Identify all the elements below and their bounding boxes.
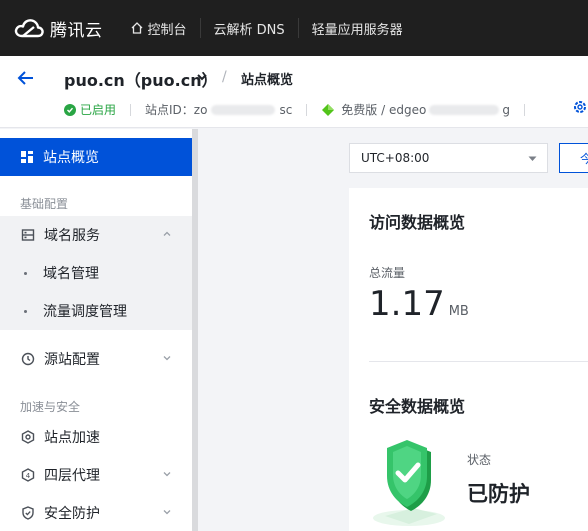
nav-item-label: 云解析 DNS xyxy=(213,22,285,38)
top-navigation-bar: 腾讯云 控制台 云解析 DNS 轻量应用服务器 xyxy=(0,0,588,56)
metric-number: 1.17 xyxy=(369,284,445,324)
cloud-logo-icon xyxy=(14,19,44,38)
tencent-cloud-logo[interactable]: 腾讯云 xyxy=(14,16,103,41)
brand-name: 腾讯云 xyxy=(50,20,103,41)
chevron-down-icon xyxy=(163,472,171,477)
nav-item-dns[interactable]: 云解析 DNS xyxy=(201,0,298,56)
plan-info[interactable]: 免费版 / edgeo g xyxy=(321,101,510,118)
site-id-label: 站点ID： xyxy=(145,103,194,117)
meta-divider xyxy=(306,103,308,116)
total-traffic-label: 总流量 xyxy=(369,266,406,280)
svg-text:4: 4 xyxy=(26,472,31,480)
sidebar: 站点概览 基础配置 域名服务 域名管理 流量调度管理 源站配置 加速与安全 站点… xyxy=(0,129,192,531)
sidebar-group-speed-security: 加速与安全 xyxy=(20,400,81,414)
sidebar-subitem-traffic-scheduling[interactable]: 流量调度管理 xyxy=(0,292,192,330)
sidebar-item-label: 域名管理 xyxy=(43,266,99,282)
nav-item-lighthouse[interactable]: 轻量应用服务器 xyxy=(299,0,416,56)
plan-suffix: g xyxy=(502,102,510,117)
access-data-title: 访问数据概览 xyxy=(369,213,466,232)
site-meta-row: 已启用 站点ID： zo sc 免费版 / edgeo g xyxy=(64,101,539,118)
site-id-prefix: zo xyxy=(193,102,208,117)
redacted-site-id xyxy=(211,104,276,115)
diamond-icon xyxy=(322,103,335,116)
status-badge: 已启用 xyxy=(64,101,116,118)
chevron-down-icon xyxy=(163,510,171,515)
site-header: puo.cn（puo.cn） / 站点概览 已启用 站点ID： zo sc 免费… xyxy=(0,56,588,128)
check-circle-icon xyxy=(64,103,76,116)
redacted-plan-id xyxy=(429,104,500,115)
caret-down-icon xyxy=(528,156,537,161)
sidebar-item-label: 站点概览 xyxy=(43,150,99,166)
meta-divider xyxy=(523,103,525,116)
breadcrumb-separator: / xyxy=(222,69,227,85)
sidebar-item-label: 域名服务 xyxy=(44,228,100,244)
today-button[interactable]: 今 xyxy=(559,143,588,173)
site-title[interactable]: puo.cn（puo.cn） xyxy=(64,67,218,91)
sidebar-item-label: 源站配置 xyxy=(44,352,100,368)
site-id-suffix: sc xyxy=(279,102,293,117)
sidebar-item-domain-service[interactable]: 域名服务 xyxy=(0,216,192,254)
sidebar-item-l4-proxy[interactable]: 4 四层代理 xyxy=(0,456,192,494)
sidebar-group-basic: 基础配置 xyxy=(20,197,69,211)
sidebar-scrollbar[interactable] xyxy=(192,129,198,531)
home-icon xyxy=(131,22,142,34)
bullet-dot xyxy=(24,271,27,275)
status-text: 已启用 xyxy=(80,103,117,117)
sidebar-item-origin-config[interactable]: 源站配置 xyxy=(0,340,192,378)
protection-state-value: 已防护 xyxy=(467,482,530,506)
chevron-up-icon xyxy=(163,231,171,236)
domain-icon xyxy=(20,228,36,242)
protection-shield-icon xyxy=(373,440,445,526)
meta-divider xyxy=(130,103,132,116)
sidebar-item-site-acceleration[interactable]: 站点加速 xyxy=(0,418,192,456)
timezone-value: UTC+08:00 xyxy=(361,151,430,165)
sidebar-subitem-domain-management[interactable]: 域名管理 xyxy=(0,254,192,292)
card-divider xyxy=(369,361,588,362)
sidebar-item-security-protection[interactable]: 安全防护 xyxy=(0,494,192,531)
nav-item-label: 轻量应用服务器 xyxy=(311,22,403,38)
shield-icon xyxy=(20,506,36,520)
chevron-down-icon[interactable] xyxy=(196,72,208,82)
protection-state-label: 状态 xyxy=(467,453,492,467)
sidebar-item-site-overview[interactable]: 站点概览 xyxy=(0,138,192,176)
bullet-dot xyxy=(24,309,27,313)
total-traffic-value: 1.17 MB xyxy=(369,284,469,324)
overview-card: 访问数据概览 总流量 1.17 MB 安全数据概览 状态 已防护 xyxy=(349,188,588,531)
today-button-label: 今 xyxy=(580,151,588,166)
breadcrumb-current: 站点概览 xyxy=(241,73,294,88)
metric-unit: MB xyxy=(448,304,469,319)
sidebar-item-label: 站点加速 xyxy=(44,430,100,446)
dashboard-icon xyxy=(21,151,33,163)
sidebar-item-label: 四层代理 xyxy=(44,468,100,484)
sidebar-item-label: 流量调度管理 xyxy=(43,304,127,320)
origin-icon xyxy=(20,352,36,366)
plan-label: 免费版 / edgeo xyxy=(341,103,427,117)
sidebar-item-label: 安全防护 xyxy=(44,506,100,522)
gear-icon[interactable] xyxy=(573,100,587,114)
proxy-icon: 4 xyxy=(20,468,36,482)
nav-item-label: 控制台 xyxy=(147,22,187,38)
chevron-down-icon xyxy=(163,356,171,361)
accelerate-icon xyxy=(20,430,36,444)
back-arrow-icon[interactable] xyxy=(16,68,36,88)
timezone-select[interactable]: UTC+08:00 xyxy=(349,143,548,173)
nav-item-console[interactable]: 控制台 xyxy=(117,0,200,56)
security-data-title: 安全数据概览 xyxy=(369,397,466,416)
